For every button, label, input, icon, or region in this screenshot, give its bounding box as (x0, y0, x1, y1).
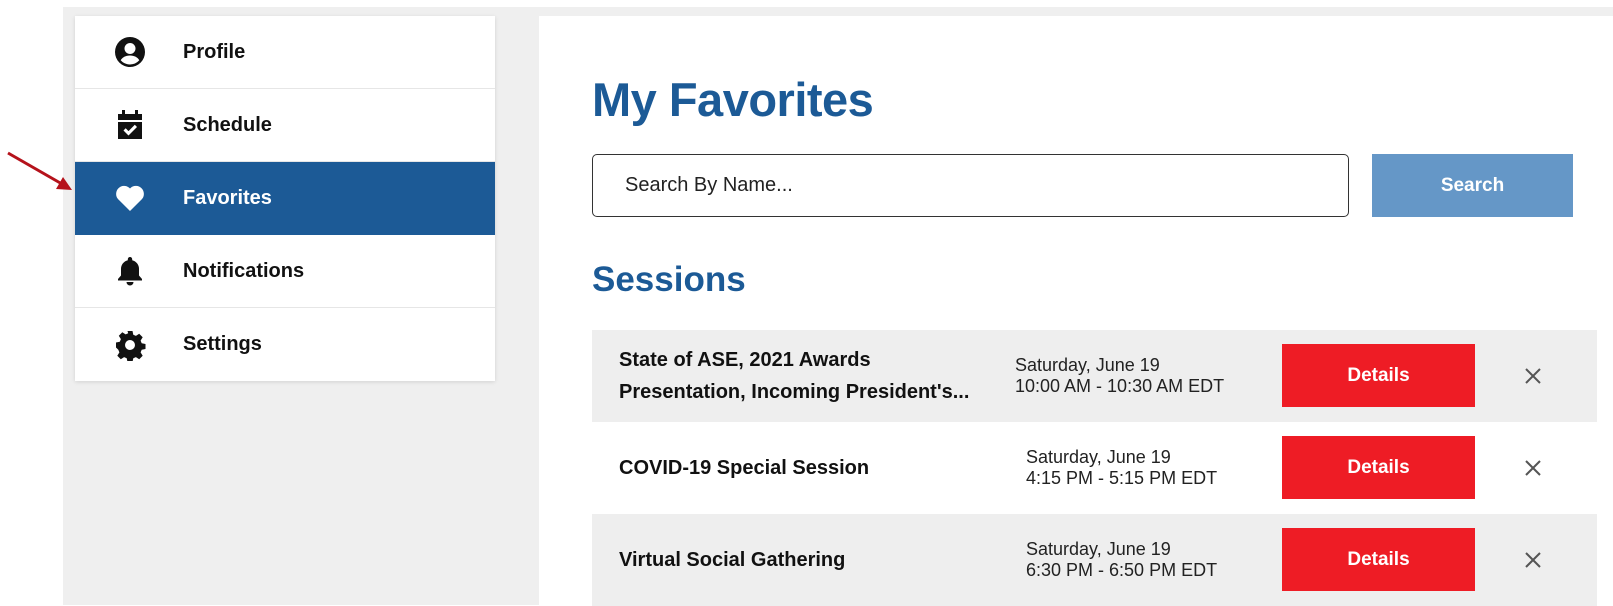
session-row: Virtual Social Gathering Saturday, June … (592, 514, 1597, 606)
session-date: Saturday, June 19 (1026, 539, 1171, 559)
session-name: Virtual Social Gathering (619, 549, 846, 571)
session-date: Saturday, June 19 (1015, 355, 1160, 375)
details-button[interactable]: Details (1282, 436, 1475, 499)
user-circle-icon (113, 35, 147, 69)
sidebar-item-label: Schedule (183, 113, 272, 136)
annotation-arrow-icon (7, 151, 72, 190)
sidebar-item-label: Settings (183, 333, 262, 355)
sidebar-item-schedule[interactable]: Schedule (75, 89, 495, 162)
bell-icon (113, 254, 147, 288)
session-datetime: Saturday, June 19 4:15 PM - 5:15 PM EDT (1026, 447, 1217, 489)
sidebar-item-profile[interactable]: Profile (75, 16, 495, 89)
details-button[interactable]: Details (1282, 528, 1475, 591)
close-icon[interactable] (1522, 365, 1544, 387)
session-datetime: Saturday, June 19 6:30 PM - 6:50 PM EDT (1026, 539, 1217, 581)
gear-icon (113, 328, 147, 362)
session-time: 4:15 PM - 5:15 PM EDT (1026, 468, 1218, 488)
session-time: 6:30 PM - 6:50 PM EDT (1026, 560, 1218, 580)
sidebar-item-favorites[interactable]: Favorites (75, 162, 495, 235)
session-time: 10:00 AM - 10:30 AM EDT (1015, 376, 1225, 396)
close-icon[interactable] (1522, 457, 1544, 479)
heart-icon (113, 181, 147, 215)
session-row: COVID-19 Special Session Saturday, June … (592, 422, 1597, 514)
calendar-check-icon (113, 108, 147, 142)
session-date: Saturday, June 19 (1026, 447, 1171, 467)
search-button[interactable]: Search (1372, 154, 1573, 217)
session-name: State of ASE, 2021 Awards Presentation, … (619, 349, 970, 403)
details-button[interactable]: Details (1282, 344, 1475, 407)
sidebar-item-label: Profile (183, 40, 246, 63)
sessions-heading: Sessions (592, 260, 746, 299)
sidebar-item-notifications[interactable]: Notifications (75, 235, 495, 308)
sidebar-item-label: Favorites (183, 186, 272, 209)
page-title: My Favorites (592, 73, 874, 126)
search-input[interactable] (592, 154, 1349, 217)
sidebar-item-settings[interactable]: Settings (75, 308, 495, 381)
close-icon[interactable] (1522, 549, 1544, 571)
favorites-panel: My Favorites Search Sessions State of AS… (539, 16, 1613, 606)
session-datetime: Saturday, June 19 10:00 AM - 10:30 AM ED… (1015, 355, 1224, 397)
sessions-list: State of ASE, 2021 Awards Presentation, … (592, 330, 1597, 606)
sidebar-item-label: Notifications (183, 259, 305, 282)
session-row: State of ASE, 2021 Awards Presentation, … (592, 330, 1597, 422)
sidebar-nav: Profile Schedule Favorites Notifications… (75, 16, 495, 381)
session-name: COVID-19 Special Session (619, 457, 870, 479)
